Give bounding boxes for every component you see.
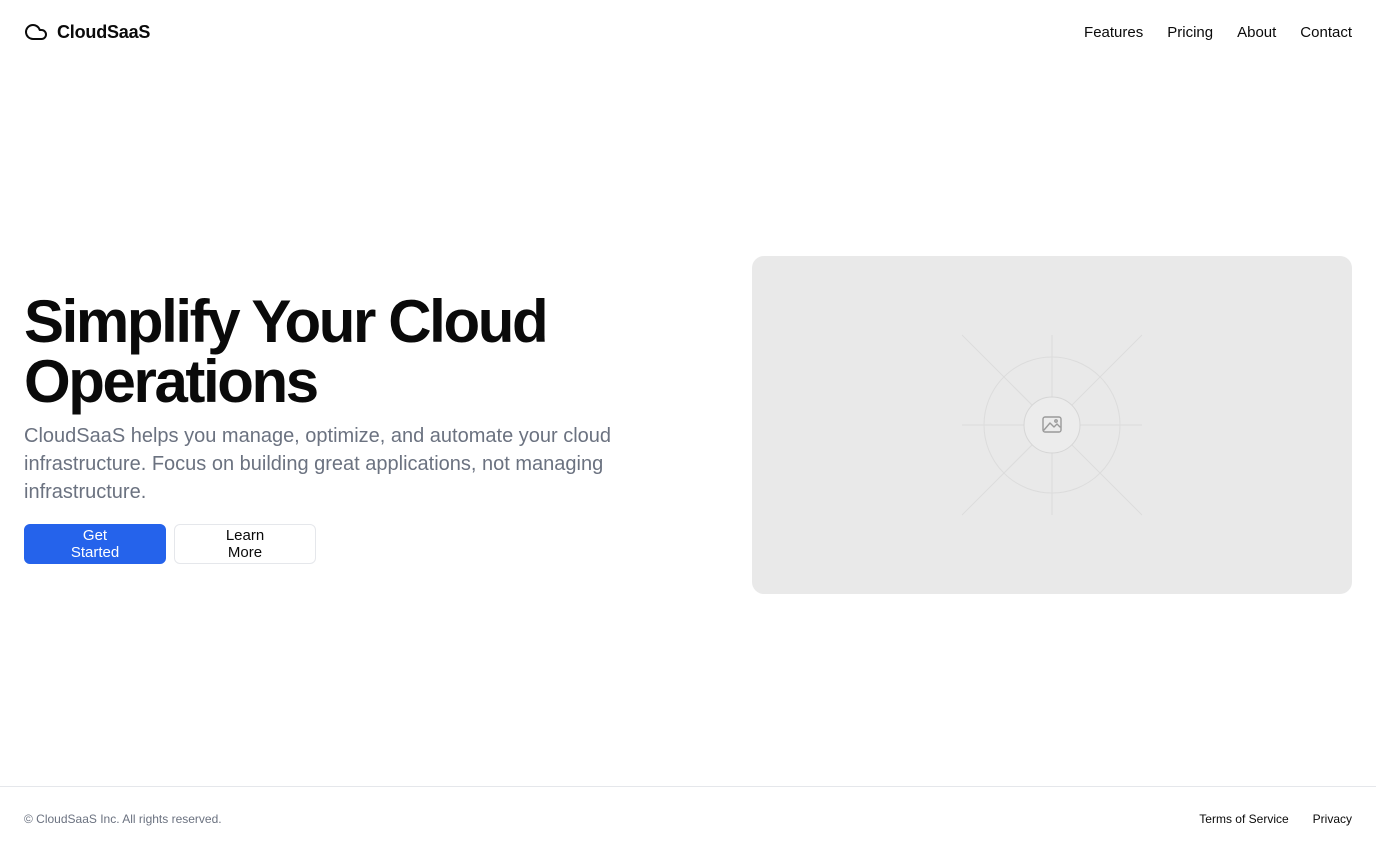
site-header: CloudSaaS Features Pricing About Contact — [0, 0, 1376, 64]
cloud-icon — [24, 20, 48, 44]
hero-section: Simplify Your Cloud Operations CloudSaaS… — [24, 292, 664, 564]
terms-of-service-link[interactable]: Terms of Service — [1199, 812, 1288, 826]
main-nav: Features Pricing About Contact — [1084, 24, 1352, 41]
footer-links: Terms of Service Privacy — [1199, 812, 1352, 826]
nav-link-contact[interactable]: Contact — [1300, 24, 1352, 41]
privacy-link[interactable]: Privacy — [1313, 812, 1352, 826]
copyright-text: © CloudSaaS Inc. All rights reserved. — [24, 812, 222, 826]
get-started-button[interactable]: Get Started — [24, 524, 166, 564]
nav-link-pricing[interactable]: Pricing — [1167, 24, 1213, 41]
hero-headline-line-2: Operations — [24, 348, 319, 415]
hero-headline-line-1: Simplify Your Cloud — [24, 288, 549, 355]
landing-page: CloudSaaS Features Pricing About Contact… — [0, 0, 1376, 851]
hero-subtext: CloudSaaS helps you manage, optimize, an… — [24, 425, 612, 503]
brand-logo-link[interactable]: CloudSaaS — [24, 20, 150, 44]
hero-image-placeholder — [752, 256, 1352, 594]
nav-link-about[interactable]: About — [1237, 24, 1276, 41]
hero-headline: Simplify Your Cloud Operations — [24, 292, 664, 412]
placeholder-graphic — [961, 334, 1143, 516]
site-footer: © CloudSaaS Inc. All rights reserved. Te… — [0, 786, 1376, 851]
learn-more-button[interactable]: Learn More — [174, 524, 316, 564]
brand-name: CloudSaaS — [57, 21, 151, 42]
hero-buttons: Get Started Learn More — [24, 524, 664, 564]
nav-link-features[interactable]: Features — [1084, 24, 1143, 41]
